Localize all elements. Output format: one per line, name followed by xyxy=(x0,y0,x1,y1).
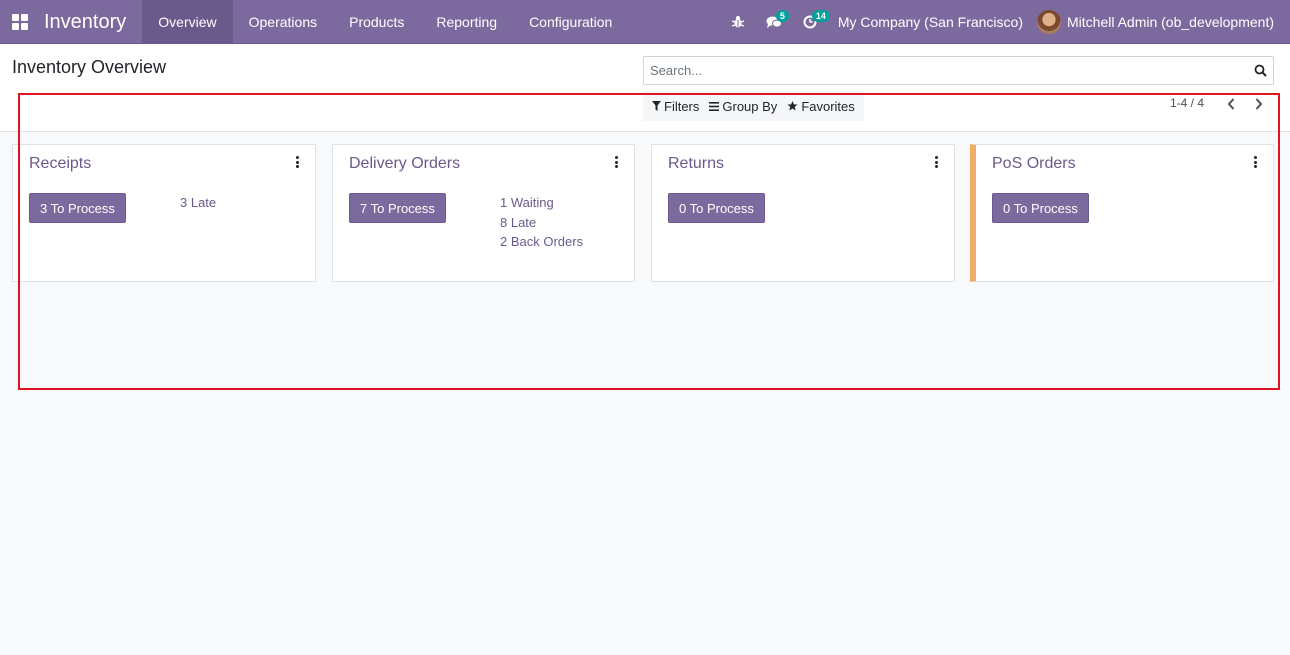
card-title[interactable]: Returns xyxy=(668,155,724,173)
user-menu[interactable]: Mitchell Admin (ob_development) xyxy=(1037,9,1290,34)
card-stats: 3 Late xyxy=(180,193,216,213)
filters-button[interactable]: Filters xyxy=(647,99,704,114)
card-dropdown-icon[interactable] xyxy=(293,155,301,169)
chevron-left-icon xyxy=(1227,98,1235,110)
to-process-button[interactable]: 3 To Process xyxy=(29,193,126,223)
search-box xyxy=(643,56,1274,85)
group-by-label: Group By xyxy=(722,98,778,114)
apps-menu-icon[interactable] xyxy=(0,0,40,44)
page-title: Inventory Overview xyxy=(12,57,167,77)
company-switcher[interactable]: My Company (San Francisco) xyxy=(828,14,1037,30)
kanban-card-receipts: Receipts 3 To Process 3 Late xyxy=(12,144,316,282)
search-icon[interactable] xyxy=(1254,64,1267,77)
activities-badge: 14 xyxy=(811,9,830,22)
debug-bug-icon[interactable] xyxy=(720,0,756,44)
waiting-link[interactable]: 1 Waiting xyxy=(500,193,583,213)
to-process-button[interactable]: 0 To Process xyxy=(992,193,1089,223)
card-stats: 1 Waiting 8 Late 2 Back Orders xyxy=(500,193,583,252)
card-title[interactable]: Delivery Orders xyxy=(349,155,460,173)
top-navbar: Inventory Overview Operations Products R… xyxy=(0,0,1290,44)
card-dropdown-icon[interactable] xyxy=(612,155,620,169)
avatar xyxy=(1037,9,1061,34)
kanban-view: Receipts 3 To Process 3 Late Delivery Or… xyxy=(0,133,1290,655)
pager-next-button[interactable] xyxy=(1251,95,1267,113)
late-link[interactable]: 8 Late xyxy=(500,213,583,233)
systray: 5 14 My Company (San Francisco) Mitchell… xyxy=(720,0,1290,44)
filters-label: Filters xyxy=(664,98,700,114)
bug-icon xyxy=(731,15,745,27)
to-process-button[interactable]: 7 To Process xyxy=(349,193,446,223)
kanban-card-delivery-orders: Delivery Orders 7 To Process 1 Waiting 8… xyxy=(332,144,635,282)
favorites-label: Favorites xyxy=(801,98,855,114)
menu-operations[interactable]: Operations xyxy=(233,0,333,44)
menu-products[interactable]: Products xyxy=(333,0,420,44)
card-title[interactable]: Receipts xyxy=(29,155,91,173)
menu-configuration[interactable]: Configuration xyxy=(513,0,628,44)
messages-button[interactable]: 5 xyxy=(756,0,792,44)
kanban-card-returns: Returns 0 To Process xyxy=(651,144,955,282)
favorites-button[interactable]: Favorites xyxy=(782,99,859,114)
filter-icon xyxy=(652,101,661,111)
back-orders-link[interactable]: 2 Back Orders xyxy=(500,232,583,252)
kanban-card-pos-orders: PoS Orders 0 To Process xyxy=(970,144,1274,282)
activities-button[interactable]: 14 xyxy=(792,0,830,44)
app-brand[interactable]: Inventory xyxy=(40,0,142,44)
chevron-right-icon xyxy=(1255,98,1263,110)
search-input[interactable] xyxy=(650,63,1254,78)
search-options-bar: Filters Group By Favorites xyxy=(643,91,864,121)
to-process-button[interactable]: 0 To Process xyxy=(668,193,765,223)
late-link[interactable]: 3 Late xyxy=(180,193,216,213)
card-title[interactable]: PoS Orders xyxy=(992,155,1076,173)
pager-previous-button[interactable] xyxy=(1223,95,1239,113)
group-by-button[interactable]: Group By xyxy=(704,99,782,114)
list-icon xyxy=(709,101,720,111)
pager-value[interactable]: 1-4 / 4 xyxy=(1170,96,1204,110)
card-dropdown-icon[interactable] xyxy=(932,155,940,169)
star-icon xyxy=(787,101,798,111)
control-panel: Inventory Overview Filters Group By Favo… xyxy=(0,45,1290,132)
menu-overview[interactable]: Overview xyxy=(142,0,233,44)
messages-badge: 5 xyxy=(775,9,789,22)
card-dropdown-icon[interactable] xyxy=(1251,155,1259,169)
user-name: Mitchell Admin (ob_development) xyxy=(1067,13,1274,30)
menu-reporting[interactable]: Reporting xyxy=(420,0,513,44)
